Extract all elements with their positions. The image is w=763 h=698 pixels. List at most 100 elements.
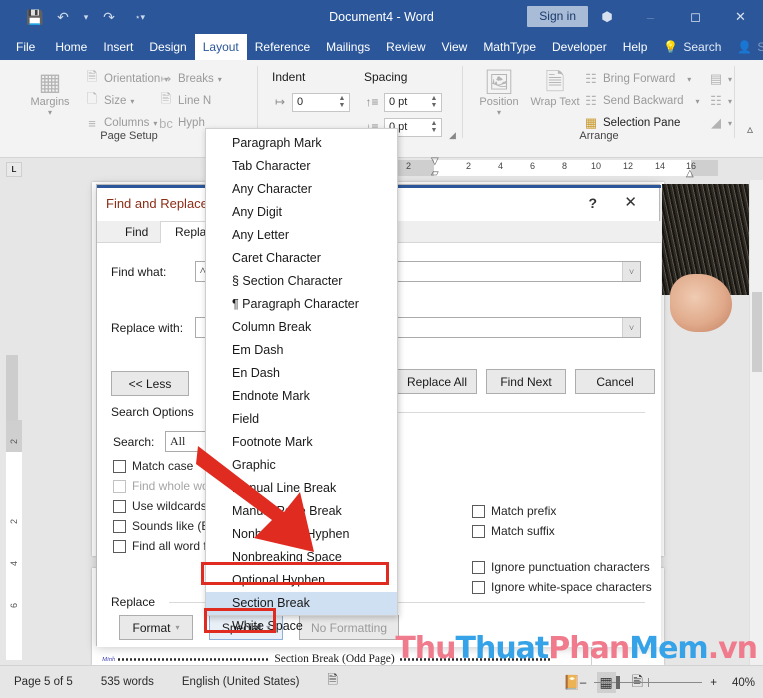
zoom-out-button[interactable]: – — [580, 677, 586, 689]
margins-button[interactable]: ▦ Margins ▾ — [24, 64, 76, 118]
undo-icon[interactable]: ↶ — [50, 5, 76, 29]
collapse-ribbon-icon[interactable]: ▵ — [747, 122, 753, 136]
menu-item-any-letter[interactable]: Any Letter — [206, 224, 397, 247]
left-scroll-thumb[interactable] — [6, 355, 18, 421]
read-mode-icon[interactable]: 📔 — [563, 674, 580, 691]
word-count[interactable]: 535 words — [87, 676, 168, 688]
format-button[interactable]: Format ▾ — [119, 615, 193, 640]
paragraph-dialog-launcher-icon[interactable]: ◢ — [449, 130, 456, 141]
horizontal-ruler[interactable]: 2 2 4 6 8 10 12 14 16 ▽ ▱ △ — [398, 156, 718, 179]
dialog-tab-find[interactable]: Find — [111, 221, 162, 243]
size-button[interactable]: 🗋 Size ▾ — [84, 90, 168, 112]
checkbox-box[interactable] — [472, 524, 485, 538]
checkbox-box[interactable] — [472, 560, 485, 574]
tab-view[interactable]: View — [434, 34, 476, 60]
checkbox-ignore-whitespace[interactable]: Ignore white-space characters — [472, 580, 652, 594]
chevron-down-icon: ▾ — [217, 74, 222, 84]
tab-mathtype[interactable]: MathType — [475, 34, 544, 60]
left-indent-marker[interactable]: ▱ — [431, 168, 440, 179]
menu-item-column-break[interactable]: Column Break — [206, 316, 397, 339]
sign-in-button[interactable]: Sign in — [527, 6, 588, 27]
chevron-down-icon[interactable]: ˅ — [622, 262, 640, 281]
orientation-button[interactable]: 🗎 Orientation ▾ — [84, 68, 169, 90]
search-box[interactable]: 💡 Search — [655, 34, 729, 60]
checkbox-box[interactable] — [472, 504, 485, 518]
scrollbar-thumb[interactable] — [752, 292, 762, 372]
checkbox-use-wildcards[interactable]: Use wildcards — [113, 499, 207, 513]
breaks-button[interactable]: ↦ Breaks ▾ — [158, 68, 222, 90]
chevron-down-icon[interactable]: ˅ — [622, 318, 640, 337]
checkbox-match-prefix[interactable]: Match prefix — [472, 504, 556, 518]
checkbox-match-case[interactable]: Match case — [113, 459, 193, 473]
tab-reference[interactable]: Reference — [247, 34, 318, 60]
tab-layout[interactable]: Layout — [194, 34, 247, 60]
spinner-arrows-icon[interactable]: ▲ ▼ — [428, 94, 440, 111]
menu-item-any-character[interactable]: Any Character — [206, 178, 397, 201]
menu-item-any-digit[interactable]: Any Digit — [206, 201, 397, 224]
checkbox-box[interactable] — [113, 519, 126, 533]
help-icon[interactable]: ? — [588, 195, 597, 211]
tab-home[interactable]: Home — [47, 34, 95, 60]
find-next-button[interactable]: Find Next — [486, 369, 566, 394]
customize-qat-icon[interactable]: ⋆▾ — [132, 5, 148, 29]
menu-item-paragraph-character[interactable]: ¶ Paragraph Character — [206, 293, 397, 316]
align-objects-button[interactable]: ▤ ▾ — [708, 68, 732, 90]
share-button[interactable]: 👤 Share — [729, 34, 763, 60]
dialog-close-icon[interactable]: ✕ — [624, 193, 637, 211]
menu-item-tab-character[interactable]: Tab Character — [206, 155, 397, 178]
cancel-button[interactable]: Cancel — [575, 369, 655, 394]
save-icon[interactable]: 💾 — [22, 5, 48, 29]
tab-design[interactable]: Design — [141, 34, 194, 60]
vertical-scrollbar[interactable] — [749, 180, 763, 665]
ribbon-display-options-icon[interactable]: ⬢ — [586, 0, 628, 34]
maximize-icon[interactable]: ◻ — [673, 0, 718, 34]
spacing-before-input[interactable]: 0 pt ▲ ▼ — [384, 92, 442, 112]
indent-left-input[interactable]: 0 ▲ ▼ — [292, 92, 350, 112]
spinner-arrows-icon[interactable]: ▲ ▼ — [336, 94, 348, 111]
menu-item-section-character[interactable]: § Section Character — [206, 270, 397, 293]
less-button[interactable]: << Less — [111, 371, 189, 396]
vertical-ruler[interactable]: 2 2 4 6 — [6, 420, 22, 660]
tab-file[interactable]: File — [4, 34, 47, 60]
tab-developer[interactable]: Developer — [544, 34, 615, 60]
zoom-in-button[interactable]: + — [710, 677, 717, 689]
menu-item-caret-character[interactable]: Caret Character — [206, 247, 397, 270]
zoom-slider-knob[interactable] — [616, 676, 621, 689]
menu-item-em-dash[interactable]: Em Dash — [206, 339, 397, 362]
checkbox-box[interactable] — [113, 499, 126, 513]
checkbox-box[interactable] — [113, 459, 126, 473]
close-icon[interactable]: ✕ — [718, 0, 763, 34]
checkbox-box[interactable] — [472, 580, 485, 594]
page-indicator[interactable]: Page 5 of 5 — [0, 676, 87, 688]
position-button[interactable]: 🖼 Position ▾ — [473, 64, 525, 118]
tab-help[interactable]: Help — [615, 34, 656, 60]
tab-review[interactable]: Review — [378, 34, 433, 60]
language-indicator[interactable]: English (United States) — [168, 676, 314, 688]
minimize-icon[interactable]: – — [628, 0, 673, 34]
checkbox-box[interactable] — [113, 539, 126, 553]
tab-stop-selector[interactable]: L — [6, 162, 22, 177]
tab-mailings[interactable]: Mailings — [318, 34, 378, 60]
redo-icon[interactable]: ↷ — [96, 5, 122, 29]
menu-item-endnote-mark[interactable]: Endnote Mark — [206, 385, 397, 408]
zoom-level[interactable]: 40% — [725, 677, 755, 689]
menu-item-paragraph-mark[interactable]: Paragraph Mark — [206, 132, 397, 155]
checkbox-ignore-punctuation[interactable]: Ignore punctuation characters — [472, 560, 650, 574]
tab-insert[interactable]: Insert — [95, 34, 141, 60]
replace-all-button[interactable]: Replace All — [397, 369, 477, 394]
bring-forward-button[interactable]: ☷ Bring Forward ▾ — [583, 68, 700, 90]
undo-dropdown-icon[interactable]: ▾ — [78, 5, 94, 29]
first-line-indent-marker[interactable]: ▽ — [431, 156, 440, 167]
right-indent-marker[interactable]: △ — [686, 168, 695, 179]
menu-item-field[interactable]: Field — [206, 408, 397, 431]
highlight-box-section-break — [201, 562, 389, 585]
proofing-errors-icon[interactable]: 🗎 — [314, 671, 352, 693]
send-backward-button[interactable]: ☷ Send Backward ▾ — [583, 90, 699, 112]
menu-item-en-dash[interactable]: En Dash — [206, 362, 397, 385]
zoom-slider[interactable] — [594, 676, 703, 689]
group-objects-button[interactable]: ☷ ▾ — [708, 90, 732, 112]
checkbox-match-suffix[interactable]: Match suffix — [472, 524, 555, 538]
line-numbers-button[interactable]: 🖹 Line N — [158, 90, 222, 112]
wrap-text-button[interactable]: 🗎 Wrap Text — [529, 64, 581, 117]
spinner-arrows-icon[interactable]: ▲ ▼ — [428, 119, 440, 136]
